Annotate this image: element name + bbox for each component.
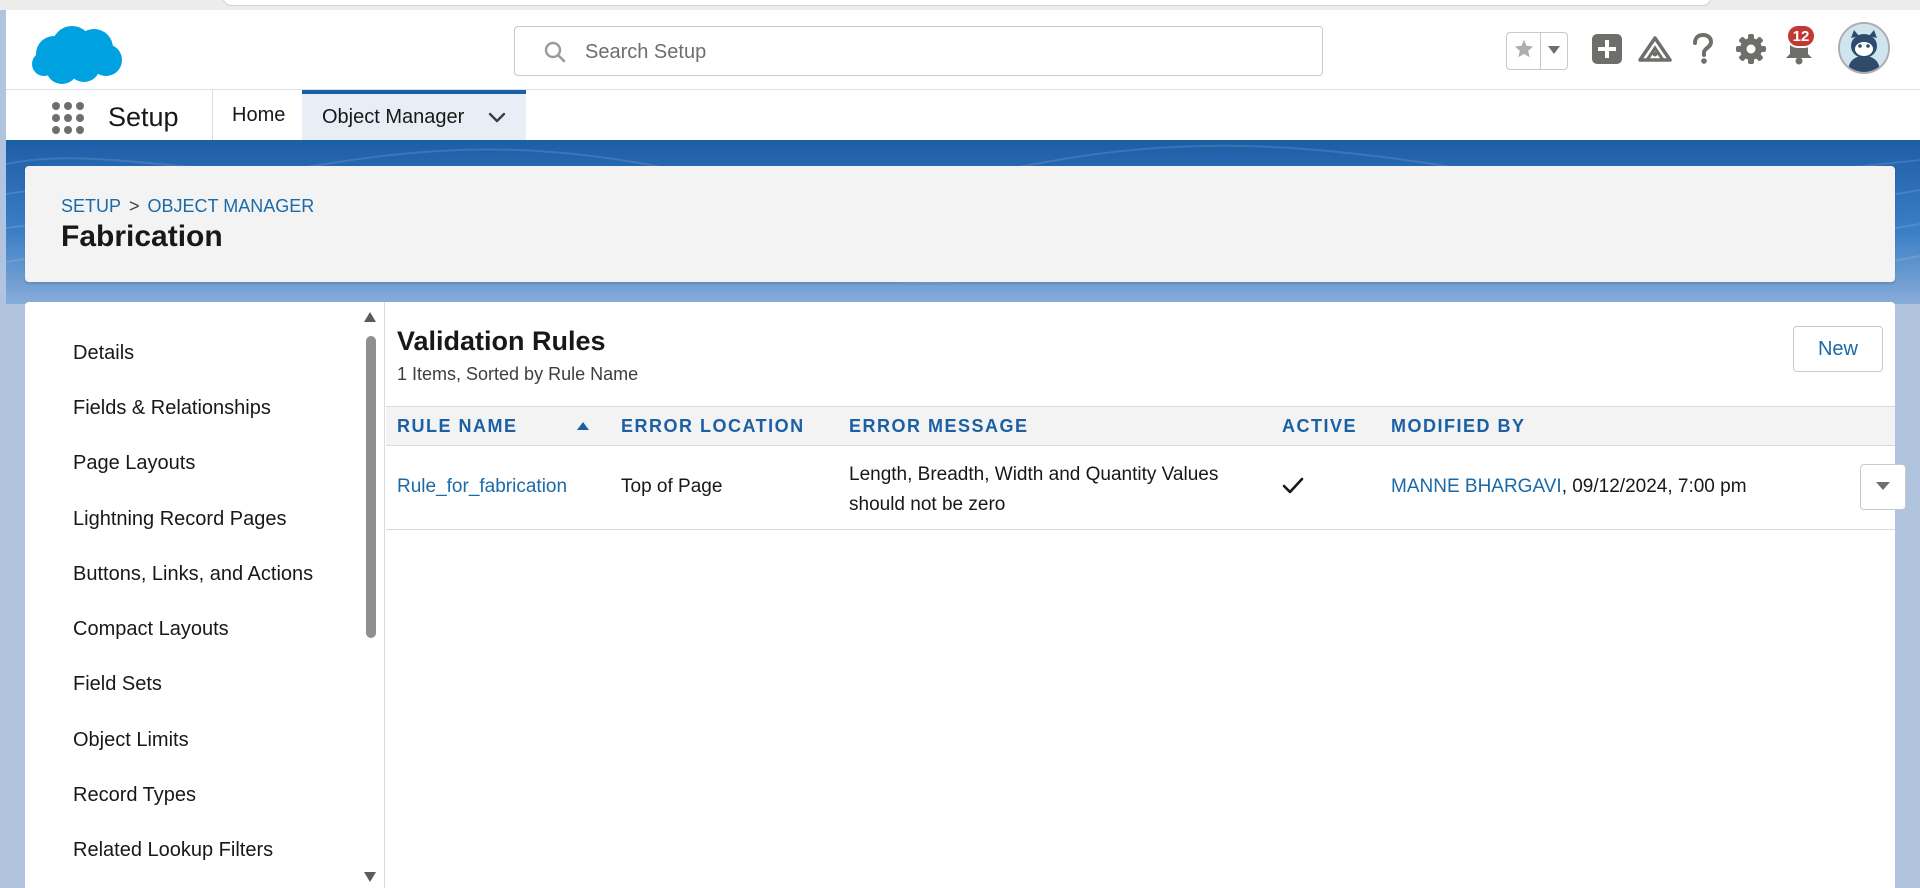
tab-label: Object Manager: [322, 105, 465, 128]
breadcrumb: SETUP > OBJECT MANAGER: [61, 196, 314, 217]
app-name: Setup: [108, 102, 179, 132]
chevron-down-icon[interactable]: [486, 106, 508, 128]
error-message-line: should not be zero: [849, 494, 1006, 515]
favorites-list-button[interactable]: [1541, 33, 1567, 69]
rule-name-link[interactable]: Rule_for_fabrication: [397, 476, 567, 498]
error-location-cell: Top of Page: [621, 476, 723, 497]
browser-chrome: [0, 0, 1920, 10]
favorites-group: [1506, 32, 1568, 70]
scroll-up-arrow-icon[interactable]: [363, 310, 377, 328]
favorites-button[interactable]: [1507, 33, 1541, 69]
modified-by-user-link[interactable]: MANNE BHARGAVI: [1391, 476, 1562, 497]
breadcrumb-separator: >: [129, 196, 140, 216]
waffle-icon: [50, 102, 86, 140]
column-header-error-message[interactable]: Error Message: [849, 416, 1029, 437]
help-icon: [1690, 32, 1716, 70]
column-header-rule-name[interactable]: Rule Name: [397, 416, 518, 437]
sidebar-item-buttons-links-actions[interactable]: Buttons, Links, and Actions: [73, 563, 313, 586]
sort-ascending-icon[interactable]: [576, 419, 590, 431]
validation-rules-panel: Validation Rules 1 Items, Sorted by Rule…: [386, 302, 1906, 888]
search-input[interactable]: [585, 39, 1285, 65]
plus-icon: [1591, 33, 1623, 70]
section-title: Validation Rules: [397, 326, 606, 356]
column-header-modified-by[interactable]: Modified By: [1391, 416, 1526, 437]
trailhead-button[interactable]: [1638, 34, 1672, 68]
sidebar-item-field-sets[interactable]: Field Sets: [73, 673, 162, 696]
tab-object-manager[interactable]: Object Manager: [302, 90, 526, 140]
page-title: Fabrication: [61, 220, 223, 253]
column-header-active[interactable]: Active: [1282, 416, 1357, 437]
help-button[interactable]: [1686, 32, 1720, 70]
global-header: 12: [6, 10, 1920, 90]
caret-down-icon: [1547, 42, 1561, 60]
sidebar-item-lightning-record-pages[interactable]: Lightning Record Pages: [73, 508, 286, 531]
tab-label: Home: [232, 103, 286, 126]
tab-home[interactable]: Home: [232, 90, 306, 140]
column-header-error-location[interactable]: Error Location: [621, 416, 805, 437]
global-actions-button[interactable]: [1590, 33, 1624, 70]
page-header: SETUP > OBJECT MANAGER Fabrication: [25, 166, 1895, 282]
star-icon: [1513, 38, 1535, 65]
sidebar-item-record-types[interactable]: Record Types: [73, 784, 196, 807]
notification-count-badge: 12: [1786, 24, 1816, 48]
breadcrumb-setup[interactable]: SETUP: [61, 196, 121, 217]
sidebar-item-compact-layouts[interactable]: Compact Layouts: [73, 618, 229, 641]
breadcrumb-object-manager[interactable]: OBJECT MANAGER: [148, 196, 315, 217]
app-launcher-button[interactable]: [50, 100, 86, 136]
trailhead-icon: [1638, 34, 1672, 69]
sidebar-item-fields-relationships[interactable]: Fields & Relationships: [73, 397, 271, 420]
gear-icon: [1735, 33, 1767, 70]
sidebar-item-related-lookup-filters[interactable]: Related Lookup Filters: [73, 839, 273, 862]
scroll-down-arrow-icon[interactable]: [363, 870, 377, 888]
row-actions-button[interactable]: [1860, 464, 1906, 510]
modified-by-cell: MANNE BHARGAVI, 09/12/2024, 7:00 pm: [1391, 476, 1747, 498]
section-subtitle: 1 Items, Sorted by Rule Name: [397, 364, 639, 384]
search-box[interactable]: [514, 26, 1323, 76]
table-header: Rule Name Error Location Error Message A…: [386, 406, 1895, 446]
address-bar-edge: [222, 0, 1712, 6]
sidebar-item-object-limits[interactable]: Object Limits: [73, 729, 189, 752]
setup-button[interactable]: [1734, 33, 1768, 70]
sidebar-item-details[interactable]: Details: [73, 342, 134, 365]
object-sidebar: Details Fields & Relationships Page Layo…: [25, 302, 385, 888]
checkmark-icon: [1282, 476, 1304, 502]
salesforce-logo[interactable]: [28, 22, 124, 88]
caret-down-icon: [1875, 478, 1891, 496]
error-message-line: Length, Breadth, Width and Quantity Valu…: [849, 464, 1219, 485]
main-card: Details Fields & Relationships Page Layo…: [25, 302, 1906, 888]
new-button[interactable]: New: [1793, 326, 1883, 372]
app-navigation-bar: Setup Home Object Manager: [6, 90, 1920, 144]
search-icon: [543, 40, 567, 64]
nav-divider: [212, 90, 213, 140]
scrollbar-thumb[interactable]: [366, 336, 376, 638]
avatar[interactable]: [1838, 22, 1890, 74]
error-message-cell: Length, Breadth, Width and Quantity Valu…: [849, 460, 1218, 520]
sidebar-item-page-layouts[interactable]: Page Layouts: [73, 452, 195, 475]
modified-date-text: , 09/12/2024, 7:00 pm: [1561, 476, 1747, 497]
table-row: Rule_for_fabrication Top of Page Length,…: [386, 446, 1906, 530]
